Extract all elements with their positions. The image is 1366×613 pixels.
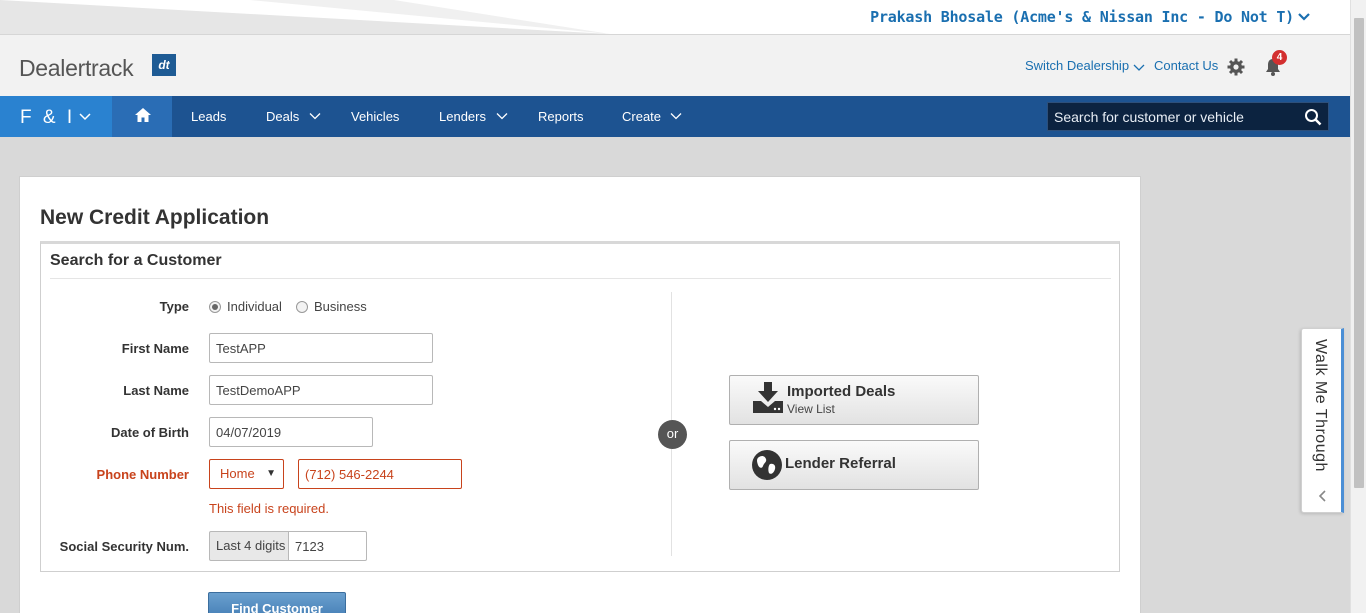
download-icon — [753, 382, 783, 413]
home-icon — [135, 108, 151, 122]
dob-field[interactable] — [209, 417, 373, 447]
radio-individual[interactable] — [209, 301, 221, 313]
chevron-down-icon — [79, 113, 91, 121]
home-button[interactable] — [112, 96, 172, 137]
globe-icon — [752, 450, 782, 480]
search-input[interactable] — [1048, 103, 1298, 130]
nav-reports[interactable]: Reports — [538, 109, 584, 124]
brand-header: Dealertrack dt Switch Dealership Contact… — [0, 34, 1350, 96]
imported-deals-subtitle: View List — [787, 402, 835, 416]
switch-dealership-link[interactable]: Switch Dealership — [1025, 58, 1145, 73]
logo-mark: dt — [152, 54, 176, 76]
customer-search-section: Search for a Customer Type Individual Bu… — [40, 241, 1120, 572]
radio-business[interactable] — [296, 301, 308, 313]
page-title: New Credit Application — [40, 206, 270, 229]
lender-referral-button[interactable]: Lender Referral — [729, 440, 979, 490]
nav-create[interactable]: Create — [622, 109, 661, 124]
lender-referral-title: Lender Referral — [785, 455, 896, 472]
phone-number-field[interactable] — [298, 459, 462, 489]
global-search — [1047, 102, 1329, 131]
chevron-down-icon[interactable] — [1296, 9, 1312, 25]
walkme-tab[interactable]: Walk Me Through — [1301, 328, 1344, 513]
search-icon[interactable] — [1304, 108, 1322, 126]
type-label: Type — [159, 299, 189, 314]
logo[interactable]: Dealertrack — [19, 55, 134, 82]
imported-deals-button[interactable]: Imported Deals View List — [729, 375, 979, 425]
imported-deals-title: Imported Deals — [787, 383, 896, 400]
phone-type-value: Home — [220, 466, 255, 481]
scrollbar-thumb[interactable] — [1354, 18, 1364, 488]
chevron-down-icon[interactable] — [309, 112, 321, 120]
notification-badge: 4 — [1272, 50, 1287, 65]
chevron-left-icon[interactable] — [1316, 489, 1330, 503]
radio-business-label[interactable]: Business — [314, 299, 367, 314]
or-separator: or — [658, 420, 687, 449]
chevron-down-icon — [1133, 64, 1145, 71]
gear-icon[interactable] — [1226, 57, 1246, 77]
walkme-label: Walk Me Through — [1312, 339, 1329, 472]
ssn-label: Social Security Num. — [59, 539, 189, 554]
find-customer-button[interactable]: Find Customer — [208, 592, 346, 613]
divider — [50, 278, 1111, 279]
phone-label: Phone Number — [96, 467, 189, 482]
switch-dealership-label: Switch Dealership — [1025, 58, 1130, 73]
contact-us-link[interactable]: Contact Us — [1154, 58, 1218, 73]
last-name-field[interactable] — [209, 375, 433, 405]
nav-vehicles[interactable]: Vehicles — [351, 109, 399, 124]
section-title: Search for a Customer — [50, 252, 222, 269]
radio-individual-label[interactable]: Individual — [227, 299, 282, 314]
phone-type-select[interactable]: Home ▼ — [209, 459, 284, 489]
nav-lenders[interactable]: Lenders — [439, 109, 486, 124]
dob-label: Date of Birth — [111, 425, 189, 440]
page-scrollbar[interactable] — [1350, 0, 1366, 613]
first-name-field[interactable] — [209, 333, 433, 363]
nav-leads[interactable]: Leads — [191, 109, 226, 124]
chevron-down-icon[interactable] — [496, 112, 508, 120]
chevron-down-icon[interactable] — [670, 112, 682, 120]
user-menu[interactable]: Prakash Bhosale (Acme's & Nissan Inc - D… — [870, 8, 1294, 26]
ssn-field[interactable] — [288, 531, 367, 561]
phone-error-message: This field is required. — [209, 501, 329, 516]
module-label: F & I — [20, 107, 76, 128]
ssn-addon: Last 4 digits — [209, 531, 293, 561]
module-switcher[interactable]: F & I — [0, 96, 112, 137]
dropdown-arrow-icon: ▼ — [266, 468, 276, 479]
user-bar: Prakash Bhosale (Acme's & Nissan Inc - D… — [0, 0, 1350, 34]
nav-deals[interactable]: Deals — [266, 109, 299, 124]
last-name-label: Last Name — [123, 383, 189, 398]
first-name-label: First Name — [121, 341, 189, 356]
main-nav: F & I Leads Deals Vehicles Lenders Repor… — [0, 96, 1350, 137]
credit-application-card: New Credit Application Search for a Cust… — [19, 176, 1141, 613]
